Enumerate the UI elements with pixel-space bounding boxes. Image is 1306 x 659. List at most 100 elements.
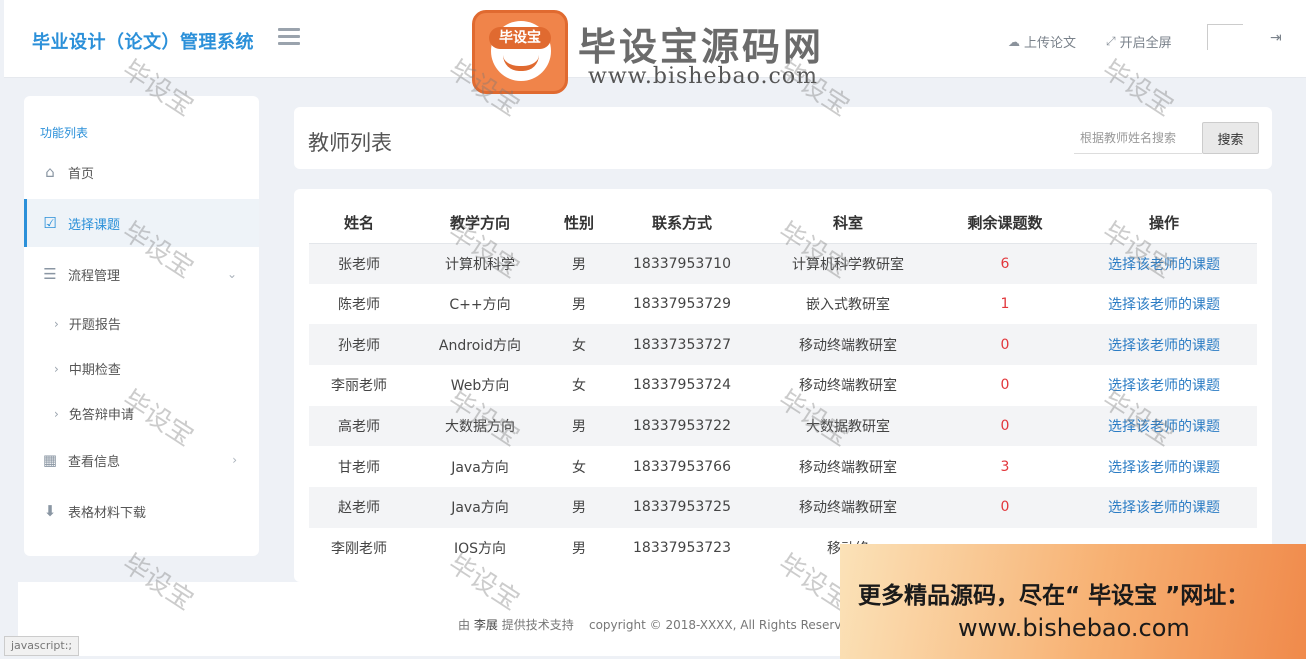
- gender-cell: 男: [572, 541, 586, 558]
- column-header: 操作: [1071, 203, 1257, 244]
- sidebar-item-label: 表格材料下载: [68, 505, 147, 521]
- sidebar-item-label: 首页: [68, 166, 95, 182]
- chevron-right-icon: ›: [54, 316, 59, 331]
- teacher-name-cell: 孙老师: [309, 324, 409, 366]
- promo-url[interactable]: www.bishebao.com: [958, 614, 1190, 642]
- remaining-count-cell: 6: [939, 243, 1071, 284]
- remaining-count-cell: 0: [939, 405, 1071, 447]
- teacher-table-panel: 姓名 教学方向 性别 联系方式 科室 剩余课题数 操作 张老师 计算机科学男 183…: [294, 189, 1272, 582]
- chevron-right-icon: ›: [232, 453, 237, 467]
- promo-text: 更多精品源码，尽在“ 毕设宝 ”网址：: [858, 583, 1250, 609]
- chevron-right-icon: ›: [54, 361, 59, 376]
- search-input[interactable]: [1074, 122, 1202, 154]
- table-row: 高老师 大数据方向男 18337953722 大数据教研室 0 选择该老师的课题: [309, 405, 1257, 447]
- remaining-count-cell: 0: [939, 487, 1071, 528]
- sidebar-sub-label: 中期检查: [68, 363, 121, 378]
- select-teacher-link[interactable]: 选择该老师的课题: [1071, 487, 1257, 528]
- phone-cell: 18337953725: [607, 487, 757, 528]
- direction-cell: Android方向: [409, 324, 551, 366]
- chevron-right-icon: ›: [54, 406, 59, 421]
- select-teacher-link[interactable]: 选择该老师的课题: [1071, 365, 1257, 406]
- phone-cell: 18337953766: [633, 458, 731, 475]
- chevron-down-icon: ⌄: [226, 267, 237, 281]
- table-row: 张老师 计算机科学男 18337953710 计算机科学教研室 6 选择该老师的课题: [309, 243, 1257, 284]
- direction-cell: 大数据方向: [409, 405, 551, 447]
- teacher-name-cell: 赵老师: [309, 487, 409, 528]
- sidebar-item-home[interactable]: ⌂ 首页: [24, 148, 259, 196]
- footer-suffix: 提供技术支持: [501, 618, 574, 632]
- column-header: 科室: [757, 203, 939, 244]
- column-header: 教学方向: [409, 203, 551, 244]
- teacher-table: 姓名 教学方向 性别 联系方式 科室 剩余课题数 操作 张老师 计算机科学男 183…: [309, 203, 1257, 569]
- search-button[interactable]: 搜索: [1202, 122, 1259, 154]
- menu-toggle-icon[interactable]: [278, 28, 300, 50]
- gender-cell: 女: [572, 378, 586, 395]
- remaining-count-cell: 1: [1000, 296, 1010, 313]
- select-teacher-link[interactable]: 选择该老师的课题: [1071, 284, 1257, 325]
- fullscreen-button[interactable]: ⤢ 开启全屏: [1106, 32, 1172, 51]
- column-header: 姓名: [309, 203, 409, 244]
- sidebar: 功能列表 ⌂ 首页 ☑ 选择课题 ☰ 流程管理 ⌄ › 开题报告 › 中期检查 …: [24, 96, 259, 556]
- teacher-name-cell: 陈老师: [338, 297, 380, 314]
- office-cell: 移动终端教研室: [757, 487, 939, 528]
- direction-cell: Java方向: [409, 487, 551, 528]
- footer-credits: 由 李展 提供技术支持 copyright © 2018-XXXX, All R…: [458, 616, 849, 633]
- download-icon: ⬇: [43, 502, 57, 520]
- column-header: 联系方式: [607, 203, 757, 244]
- select-teacher-link[interactable]: 选择该老师的课题: [1071, 324, 1257, 366]
- logo-badge-text: 毕设宝: [489, 27, 551, 49]
- home-icon: ⌂: [45, 163, 55, 181]
- phone-cell: 18337953724: [633, 377, 731, 394]
- gender-cell: 男: [572, 297, 586, 314]
- phone-cell: 18337953723: [633, 540, 731, 557]
- sidebar-title: 功能列表: [40, 126, 89, 140]
- table-row: 孙老师 Android方向女 18337353727 移动终端教研室 0 选择该老师的课题: [309, 324, 1257, 366]
- office-cell: 大数据教研室: [757, 405, 939, 447]
- sidebar-item-view-info[interactable]: ▦ 查看信息 ›: [24, 436, 259, 484]
- select-teacher-link[interactable]: 选择该老师的课题: [1071, 243, 1257, 284]
- footer-author[interactable]: 李展: [474, 618, 498, 632]
- column-header: 性别: [551, 203, 607, 244]
- sidebar-item-label: 查看信息: [68, 454, 121, 470]
- cloud-upload-icon: ☁: [1008, 34, 1020, 49]
- select-teacher-link[interactable]: 选择该老师的课题: [1071, 405, 1257, 447]
- table-row: 陈老师 C++方向 男 18337953729 嵌入式教研室 1 选择该老师的课题: [309, 284, 1257, 325]
- gender-cell: 女: [551, 324, 607, 366]
- calendar-icon: ▦: [42, 451, 58, 469]
- sidebar-sub-proposal[interactable]: › 开题报告: [54, 314, 121, 334]
- sidebar-item-label: 流程管理: [68, 268, 121, 284]
- teacher-name-cell: 甘老师: [338, 459, 380, 476]
- table-row: 甘老师 Java方向 女 18337953766 移动终端教研室 3 选择该老师的课题: [309, 446, 1257, 487]
- avatar[interactable]: [1207, 24, 1243, 50]
- teacher-name-cell: 李丽老师: [331, 378, 387, 395]
- office-cell: 移动终端教研室: [757, 324, 939, 366]
- direction-cell: Web方向: [450, 378, 510, 395]
- sidebar-item-process[interactable]: ☰ 流程管理 ⌄: [24, 250, 259, 298]
- sidebar-sub-midterm[interactable]: › 中期检查: [54, 359, 121, 379]
- sidebar-item-downloads[interactable]: ⬇ 表格材料下载: [24, 487, 259, 535]
- direction-cell: C++方向: [449, 297, 511, 314]
- footer-prefix: 由: [458, 618, 471, 632]
- table-header-row: 姓名 教学方向 性别 联系方式 科室 剩余课题数 操作: [309, 203, 1257, 244]
- office-cell: 移动终端教研室: [799, 378, 897, 395]
- gender-cell: 男: [551, 405, 607, 447]
- direction-cell: Java方向: [451, 459, 509, 476]
- teacher-name-cell: 李刚老师: [331, 541, 387, 558]
- logout-icon[interactable]: ⇥: [1270, 30, 1282, 46]
- phone-cell: 18337953722: [607, 405, 757, 447]
- select-teacher-link[interactable]: 选择该老师的课题: [1071, 446, 1257, 487]
- teacher-name-cell: 高老师: [309, 405, 409, 447]
- office-cell: 嵌入式教研室: [806, 297, 890, 314]
- column-header: 剩余课题数: [939, 203, 1071, 244]
- logo-title: 毕设宝源码网: [578, 25, 825, 69]
- app-title[interactable]: 毕业设计（论文）管理系统: [32, 28, 254, 54]
- upload-thesis-label: 上传论文: [1024, 36, 1077, 51]
- sidebar-sub-defense-exempt[interactable]: › 免答辩申请: [54, 404, 134, 424]
- office-cell: 移动终端教研室: [799, 459, 897, 476]
- upload-thesis-button[interactable]: ☁ 上传论文: [1008, 32, 1077, 52]
- gender-cell: 女: [572, 459, 586, 476]
- promo-banner[interactable]: 更多精品源码，尽在“ 毕设宝 ”网址： www.bishebao.com: [840, 544, 1306, 659]
- phone-cell: 18337953710: [607, 243, 757, 284]
- sidebar-item-select-topic[interactable]: ☑ 选择课题: [24, 199, 259, 247]
- phone-cell: 18337353727: [607, 324, 757, 366]
